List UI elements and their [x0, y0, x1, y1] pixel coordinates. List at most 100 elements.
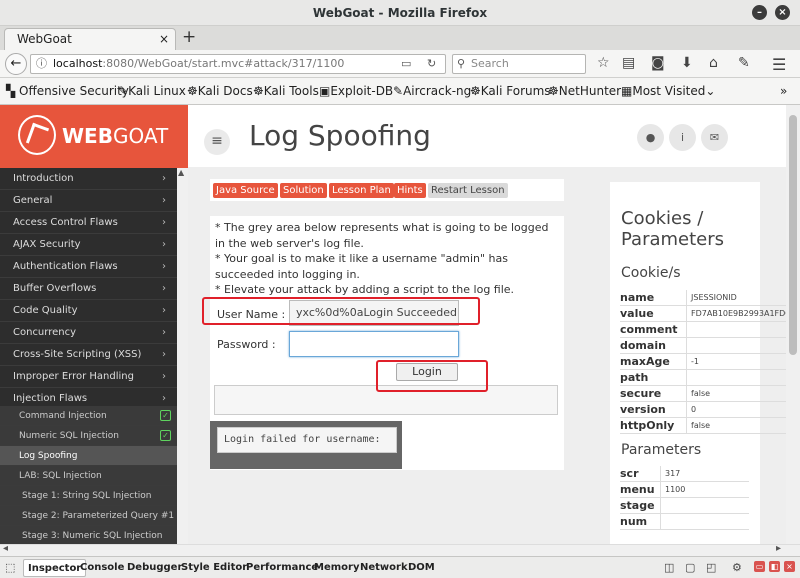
highlight-username-box: [202, 297, 480, 325]
reader-view-icon[interactable]: ▭: [401, 55, 411, 73]
reading-list-icon[interactable]: ▤: [622, 55, 635, 71]
password-input[interactable]: [289, 331, 459, 357]
password-label: Password :: [217, 338, 276, 351]
page-scrollbar[interactable]: [786, 105, 800, 544]
sidebar-item-general[interactable]: General ›: [0, 190, 177, 212]
chevron-right-icon: ›: [162, 327, 166, 338]
webgoat-brand[interactable]: WEBGOAT: [0, 105, 188, 168]
user-icon[interactable]: ●: [637, 124, 664, 151]
dock-side-icon[interactable]: ◧: [769, 561, 780, 572]
devtools-tab-debugger[interactable]: Debugger: [127, 562, 182, 573]
sidebar-subitem-log-spoofing[interactable]: Log Spoofing: [0, 446, 177, 466]
bookmark-aircrack-ng[interactable]: ✎Aircrack-ng: [393, 84, 471, 98]
split-console-icon[interactable]: ◫: [664, 561, 674, 574]
lesson-header: ≡ Log Spoofing ● i ✉: [188, 105, 786, 168]
screenshot-icon[interactable]: ◰: [706, 561, 716, 574]
mail-icon[interactable]: ✉: [701, 124, 728, 151]
scroll-right-icon[interactable]: ▸: [776, 543, 781, 554]
restart-lesson-button[interactable]: Restart Lesson: [428, 183, 508, 198]
sidebar-subitem-lab-sql[interactable]: LAB: SQL Injection: [0, 466, 177, 486]
scroll-left-icon[interactable]: ◂: [3, 543, 8, 554]
chevron-right-icon: ›: [162, 239, 166, 250]
java-source-button[interactable]: Java Source: [213, 183, 278, 198]
highlight-login-box: [376, 360, 488, 392]
bookmark-exploit-db[interactable]: ▣Exploit-DB: [319, 84, 393, 98]
chevron-right-icon: ›: [162, 217, 166, 228]
bookmark-kali-docs[interactable]: ☸Kali Docs: [187, 84, 253, 98]
sidebar-scrollbar[interactable]: ▲: [177, 168, 188, 544]
chevron-right-icon: ›: [162, 371, 166, 382]
cookie-row: version 0: [620, 402, 786, 418]
sidebar-item-error-handling[interactable]: Improper Error Handling ›: [0, 366, 177, 388]
devtools-tab-console[interactable]: Console: [80, 562, 124, 573]
sidebar-item-introduction[interactable]: Introduction ›: [0, 168, 177, 190]
window-title: WebGoat - Mozilla Firefox: [312, 6, 488, 20]
sidebar-subitem-stage-1[interactable]: Stage 1: String SQL Injection: [0, 486, 177, 506]
devtools-tab-network[interactable]: Network: [360, 562, 408, 573]
scrollbar-thumb[interactable]: [789, 115, 797, 355]
lesson-plan-button[interactable]: Lesson Plan: [329, 183, 394, 198]
sidebar-subitem-command-injection[interactable]: Command Injection ✓: [0, 406, 177, 426]
devtools-tab-memory[interactable]: Memory: [314, 562, 359, 573]
brand-name: WEBGOAT: [62, 124, 169, 148]
bookmark-nethunter[interactable]: ☸NetHunter: [548, 84, 621, 98]
sidebar-subitem-numeric-sql[interactable]: Numeric SQL Injection ✓: [0, 426, 177, 446]
sidebar-item-code-quality[interactable]: Code Quality ›: [0, 300, 177, 322]
sidebar-item-ajax[interactable]: AJAX Security ›: [0, 234, 177, 256]
reload-icon[interactable]: ↻: [427, 55, 436, 73]
cookie-row: httpOnly false: [620, 418, 786, 434]
pocket-icon[interactable]: ◙: [651, 55, 665, 71]
solution-button[interactable]: Solution: [280, 183, 327, 198]
minimize-button[interactable]: –: [752, 5, 767, 20]
tab-label: WebGoat: [17, 32, 72, 46]
hints-button[interactable]: Hints: [394, 183, 426, 198]
devtools-tab-inspector[interactable]: Inspector: [23, 559, 87, 577]
webgoat-page: WEBGOAT Introduction › General › Access Co…: [0, 105, 786, 544]
sidebar-item-authentication[interactable]: Authentication Flaws ›: [0, 256, 177, 278]
sidebar-subitem-stage-2[interactable]: Stage 2: Parameterized Query #1: [0, 506, 177, 526]
log-output-text: Login failed for username:: [217, 427, 397, 453]
responsive-mode-icon[interactable]: ▢: [685, 561, 695, 574]
devtools-tab-dom[interactable]: DOM: [408, 562, 435, 573]
sidebar-item-buffer-overflows[interactable]: Buffer Overflows ›: [0, 278, 177, 300]
scroll-up-icon[interactable]: ▲: [178, 168, 184, 177]
url-path: :8080/WebGoat/start.mvc#attack/317/1100: [102, 57, 345, 70]
goat-logo-icon: [18, 115, 56, 155]
search-input[interactable]: ⚲ Search: [452, 54, 586, 74]
menu-toggle-icon[interactable]: ≡: [204, 129, 230, 155]
bookmark-kali-forums[interactable]: ☸Kali Forums: [470, 84, 551, 98]
hamburger-menu-icon[interactable]: ☰: [772, 55, 786, 74]
cookie-row: comment: [620, 322, 786, 338]
element-picker-icon[interactable]: ⬚: [5, 561, 15, 574]
chevron-right-icon: ›: [162, 195, 166, 206]
back-button[interactable]: ←: [5, 53, 27, 75]
site-info-icon[interactable]: ⓘ: [36, 55, 47, 73]
bookmark-offensive-security[interactable]: ▚ Offensive Security: [6, 84, 129, 98]
url-bar[interactable]: ⓘ localhost:8080/WebGoat/start.mvc#attac…: [30, 54, 446, 74]
bookmark-most-visited[interactable]: ▦Most Visited⌄: [621, 84, 715, 98]
sidebar-item-access-control[interactable]: Access Control Flaws ›: [0, 212, 177, 234]
bookmark-kali-linux[interactable]: ✎Kali Linux: [118, 84, 186, 98]
close-window-button[interactable]: ×: [775, 5, 790, 20]
bookmark-kali-tools[interactable]: ☸Kali Tools: [253, 84, 319, 98]
addon-icon[interactable]: ✎: [738, 55, 750, 71]
dock-bottom-icon[interactable]: ▭: [754, 561, 765, 572]
sidebar-subitem-stage-3[interactable]: Stage 3: Numeric SQL Injection: [0, 526, 177, 544]
settings-gear-icon[interactable]: ⚙: [732, 561, 742, 574]
horizontal-scrollbar[interactable]: ◂ ▸: [0, 543, 800, 556]
home-icon[interactable]: ⌂: [709, 55, 718, 71]
instruction-line: * Elevate your attack by adding a script…: [215, 283, 515, 296]
new-tab-button[interactable]: +: [182, 27, 196, 47]
devtools-tab-performance[interactable]: Performance: [246, 562, 318, 573]
close-devtools-icon[interactable]: ×: [784, 561, 795, 572]
devtools-tab-style-editor[interactable]: Style Editor: [181, 562, 247, 573]
tab-close-icon[interactable]: ×: [159, 29, 169, 50]
tab-webgoat[interactable]: WebGoat ×: [4, 28, 176, 50]
downloads-icon[interactable]: ⬇: [681, 55, 693, 71]
bookmarks-overflow-icon[interactable]: »: [780, 84, 787, 98]
sidebar-item-concurrency[interactable]: Concurrency ›: [0, 322, 177, 344]
lesson-sidebar: Introduction › General › Access Control Fl…: [0, 168, 177, 544]
info-icon[interactable]: i: [669, 124, 696, 151]
bookmark-star-icon[interactable]: ☆: [597, 55, 610, 71]
sidebar-item-xss[interactable]: Cross-Site Scripting (XSS) ›: [0, 344, 177, 366]
